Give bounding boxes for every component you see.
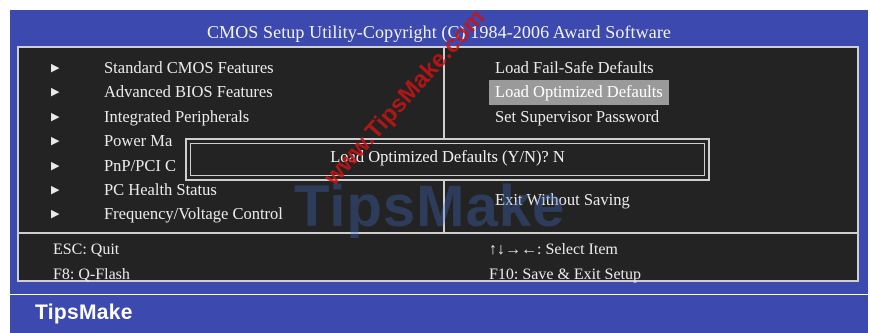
- menu-item-set-supervisor-password[interactable]: Set Supervisor Password: [489, 105, 669, 129]
- menu-item-label: Frequency/Voltage Control: [104, 204, 283, 224]
- menu-item-label: PnP/PCI C: [104, 155, 176, 175]
- menu-item-label: Set Supervisor Password: [495, 106, 660, 126]
- menu-item-load-fail-safe[interactable]: Load Fail-Safe Defaults: [489, 56, 669, 80]
- menu-item-label: Load Fail-Safe Defaults: [495, 58, 654, 77]
- triangle-right-icon: ▶: [51, 62, 60, 74]
- brand-bar: TipsMake: [10, 295, 868, 333]
- triangle-right-icon: ▶: [51, 183, 60, 196]
- brand-name: TipsMake: [35, 301, 133, 324]
- menu-item-label: PC Health Status: [104, 179, 217, 199]
- hint-save-exit: F10: Save & Exit Setup: [489, 266, 641, 283]
- hint-q-flash: F8: Q-Flash: [53, 266, 130, 283]
- menu-item-load-optimized[interactable]: Load Optimized Defaults: [489, 80, 669, 105]
- triangle-right-icon: ▶: [51, 159, 60, 172]
- triangle-right-icon: ▶: [51, 110, 60, 123]
- menu-item-label: Standard CMOS Features: [104, 58, 274, 77]
- hint-escape: ESC: Quit: [53, 241, 120, 258]
- triangle-right-icon: ▶: [51, 135, 60, 148]
- bios-main-panel: ▶ Standard CMOS Features ▶ Advanced BIOS…: [17, 4, 859, 283]
- triangle-right-icon: ▶: [51, 86, 60, 99]
- menu-item-label: Advanced BIOS Features: [104, 82, 273, 102]
- dialog-prompt: Load Optimized Defaults (Y/N)? N: [330, 147, 565, 166]
- triangle-right-icon: ▶: [51, 208, 60, 221]
- footer-left-hints: ESC: Quit F8: Q-Flash: [53, 238, 130, 288]
- footer-right-hints: ↑↓→←: Select Item F10: Save & Exit Setup: [489, 238, 641, 288]
- menu-item-label: Integrated Peripherals: [104, 106, 250, 126]
- hint-select-item: ↑↓→←: Select Item: [489, 241, 618, 258]
- menu-item-label-selected: Load Optimized Defaults: [489, 80, 669, 105]
- menu-item-label: Power Ma: [104, 131, 173, 151]
- screenshot-frame: CMOS Setup Utility-Copyright (C) 1984-20…: [0, 0, 870, 333]
